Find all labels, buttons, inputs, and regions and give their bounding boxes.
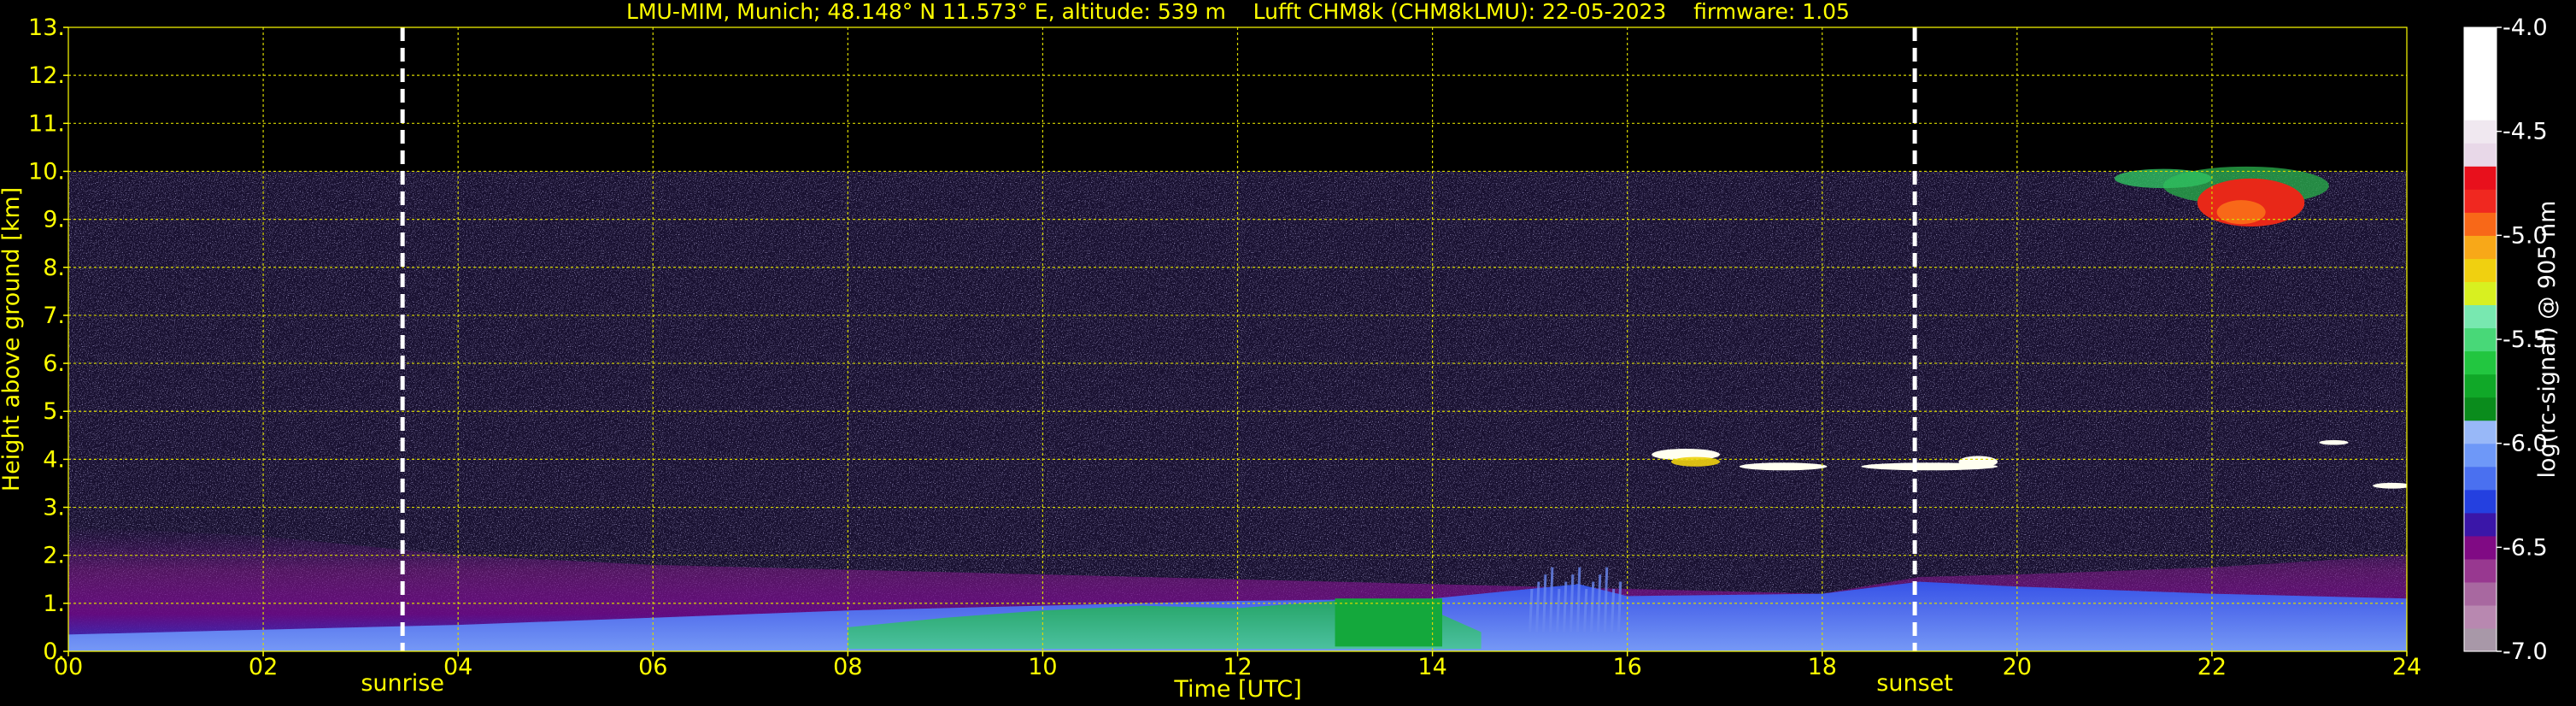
colorbar-segment <box>2464 281 2497 306</box>
mid-cloud-edge <box>1670 456 1721 467</box>
colorbar-segment <box>2464 558 2497 583</box>
colorbar-segment <box>2464 166 2497 190</box>
x-tick-label: 24 <box>2392 654 2421 680</box>
x-tick-label: 14 <box>1417 654 1446 680</box>
y-tick-label: 5. <box>43 398 65 425</box>
x-tick-label: 22 <box>2198 654 2227 680</box>
x-tick-label: 18 <box>1808 654 1837 680</box>
x-axis-label: Time [UTC] <box>1173 676 1301 703</box>
y-tick-label: 9. <box>43 207 65 233</box>
colorbar-tick-label: -6.5 <box>2503 534 2548 561</box>
y-tick-label: 4. <box>43 446 65 473</box>
y-tick-label: 2. <box>43 543 65 569</box>
high-cloud-core <box>2216 200 2266 225</box>
mid-cloud <box>2319 439 2349 445</box>
y-axis-ticks: 0. 1. 2. 3. 4. 5. 6. 7. 8. 9. 10. 11. 12. 13. <box>28 15 68 665</box>
colorbar-tick-label: -7.0 <box>2503 638 2548 665</box>
x-tick-label: 08 <box>833 654 862 680</box>
colorbar-segment <box>2464 304 2497 329</box>
x-tick-label: 20 <box>2003 654 2032 680</box>
x-tick-label: 02 <box>249 654 278 680</box>
y-tick-label: 7. <box>43 303 65 329</box>
colorbar-tick-label: -4.5 <box>2503 119 2548 145</box>
colorbar-segment <box>2464 143 2497 167</box>
x-tick-label: 04 <box>443 654 472 680</box>
colorbar-segment <box>2464 604 2497 629</box>
y-tick-label: 8. <box>43 255 65 281</box>
colorbar-segment <box>2464 50 2497 74</box>
sunset-label: sunset <box>1876 670 1953 697</box>
colorbar-segment <box>2464 397 2497 421</box>
colorbar-segment <box>2464 27 2497 51</box>
y-tick-label: 0. <box>43 638 65 665</box>
heatmap-area <box>68 166 2407 651</box>
y-tick-label: 10. <box>28 158 65 185</box>
colorbar-segment <box>2464 374 2497 398</box>
x-tick-label: 06 <box>638 654 667 680</box>
chart-title: LMU-MIM, Munich; 48.148° N 11.573° E, al… <box>626 0 1850 24</box>
colorbar-segment <box>2464 581 2497 606</box>
colorbar-segment <box>2464 212 2497 236</box>
colorbar-label: log(rc-signal) @ 905 nm <box>2534 201 2561 479</box>
y-tick-label: 13. <box>28 15 65 41</box>
colorbar-segment <box>2464 97 2497 121</box>
colorbar-segment <box>2464 489 2497 514</box>
colorbar-segment <box>2464 420 2497 444</box>
aerosol-patch <box>1335 598 1442 647</box>
colorbar-segment <box>2464 120 2497 144</box>
colorbar-segment <box>2464 512 2497 537</box>
x-tick-label: 16 <box>1612 654 1641 680</box>
colorbar-segment <box>2464 443 2497 468</box>
colorbar-segment <box>2464 189 2497 213</box>
colorbar-segment <box>2464 327 2497 352</box>
colorbar-segment <box>2464 258 2497 283</box>
y-tick-label: 3. <box>43 495 65 521</box>
y-tick-label: 11. <box>28 110 65 137</box>
mid-cloud <box>1958 456 1998 468</box>
ceilometer-chart: sunrise sunset 00 02 04 06 08 10 12 14 16 18 20 22 24… <box>0 0 2561 703</box>
colorbar-segment <box>2464 235 2497 259</box>
y-tick-label: 6. <box>43 350 65 377</box>
colorbar-segment <box>2464 535 2497 560</box>
colorbar-segment <box>2464 627 2497 652</box>
x-tick-label: 10 <box>1028 654 1057 680</box>
y-tick-label: 1. <box>43 591 65 617</box>
colorbar-segment <box>2464 74 2497 97</box>
mid-cloud <box>2373 482 2407 489</box>
y-axis-label: Height above ground [km] <box>0 187 25 491</box>
colorbar-segment <box>2464 466 2497 491</box>
colorbar-segment <box>2464 350 2497 375</box>
mid-cloud <box>1739 462 1828 471</box>
colorbar-tick-label: -4.0 <box>2503 15 2548 41</box>
y-tick-label: 12. <box>28 62 65 89</box>
sunrise-label: sunrise <box>361 670 444 697</box>
